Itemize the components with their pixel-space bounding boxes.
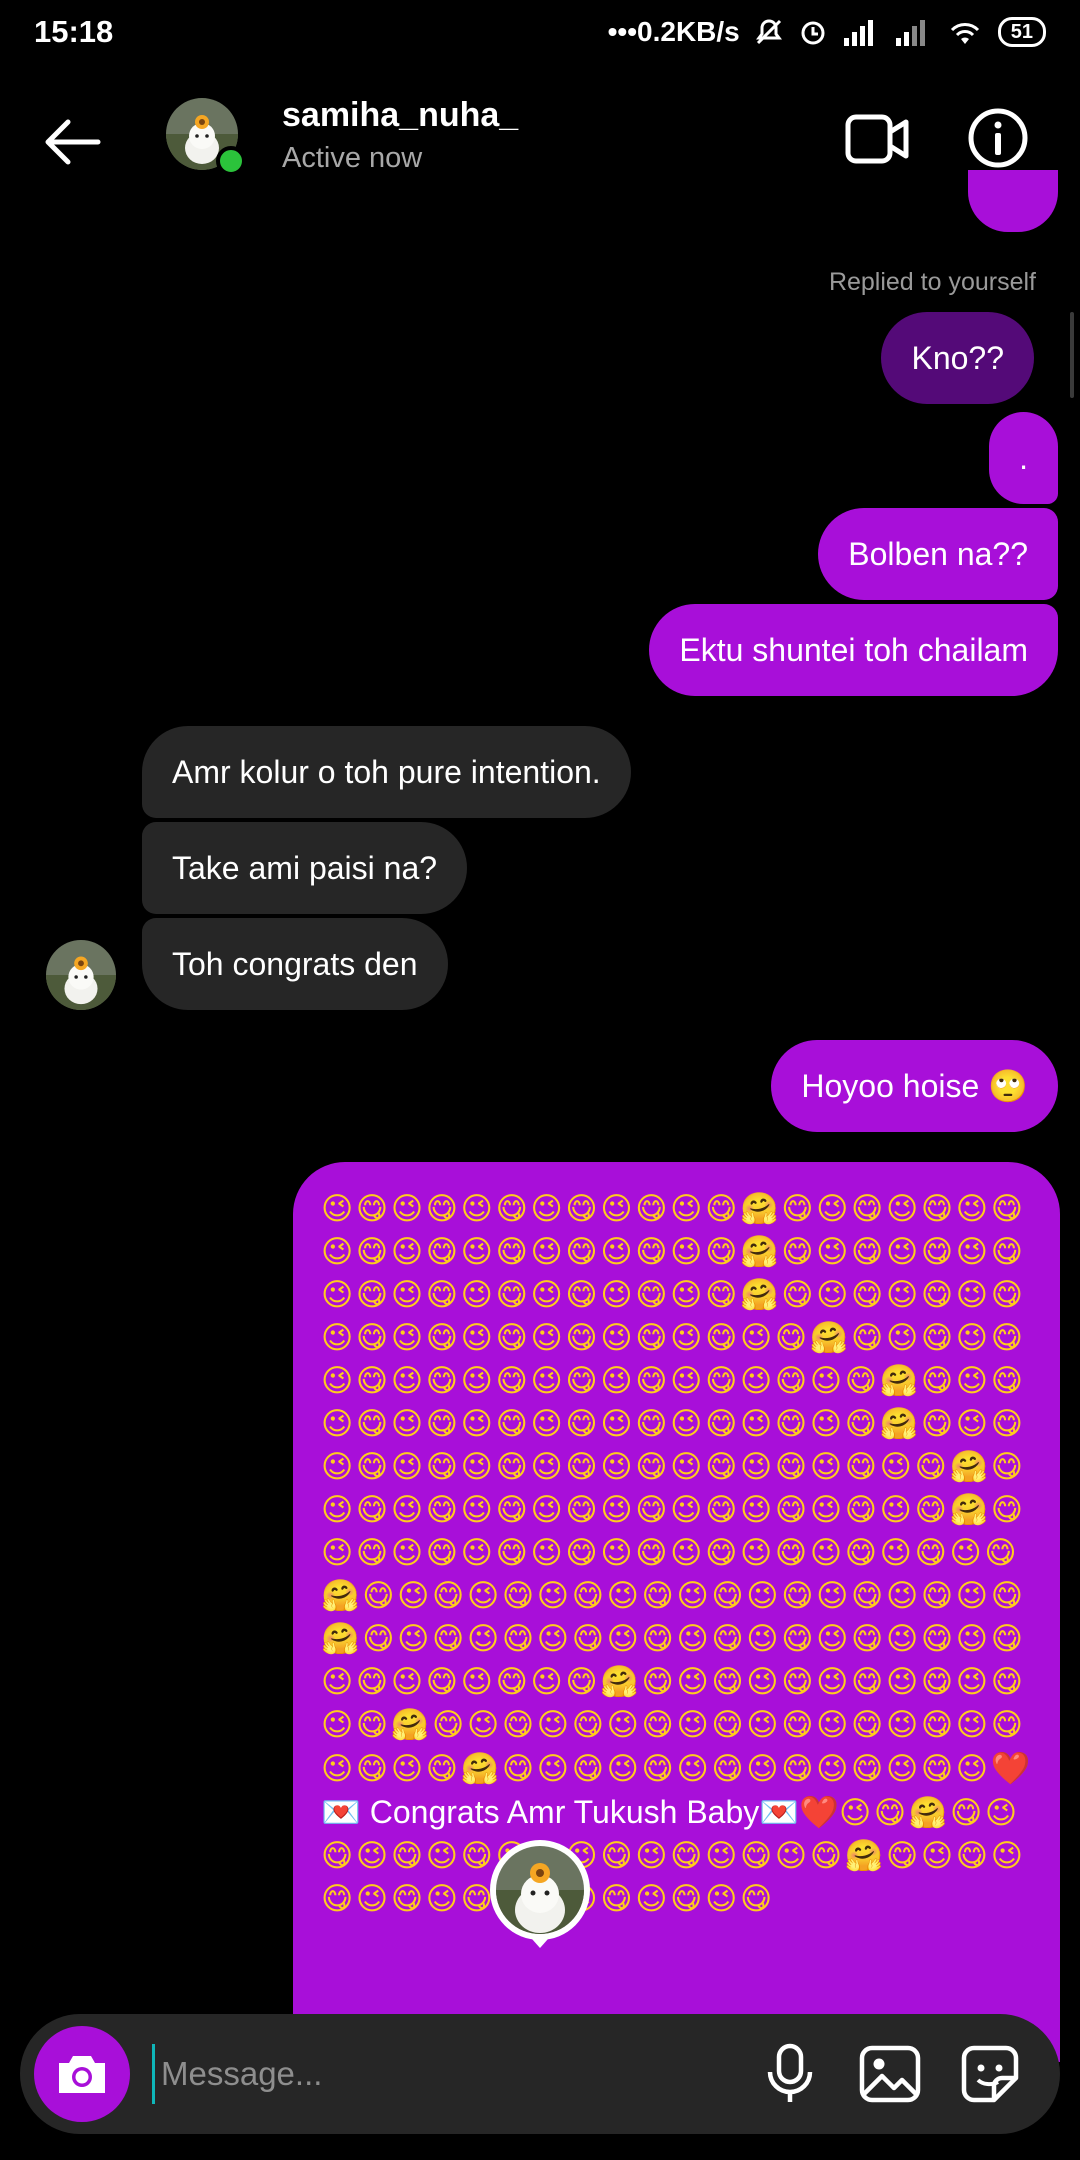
emoji-run: 😉😋😉😋😉😋😉😋😉😋😉😋🤗😋😉😋😉😋😉😋😉😋😉😋😉😋😉😋😉😋😉😋🤗😋😉😋😉😋😉😋… [321, 1191, 1026, 1787]
active-status: Active now [282, 142, 423, 174]
back-arrow-icon[interactable] [40, 110, 104, 174]
previous-message-bubble[interactable] [968, 170, 1058, 232]
status-time: 15:18 [34, 14, 114, 49]
outgoing-message[interactable]: Hoyoo hoise 🙄 [771, 1040, 1058, 1132]
message-input[interactable] [152, 2044, 712, 2104]
incoming-message[interactable]: Take ami paisi na? [142, 822, 468, 914]
seen-avatar [488, 1838, 592, 1950]
chat-header: samiha_nuha_ Active now [0, 70, 1080, 210]
outgoing-message[interactable]: Kno?? [881, 312, 1034, 404]
video-call-icon[interactable] [845, 110, 911, 168]
battery-indicator: 51 [997, 17, 1046, 47]
microphone-icon[interactable] [756, 2040, 824, 2108]
reply-note: Replied to yourself [828, 268, 1036, 296]
network-speed: •••0.2KB/s [607, 16, 740, 47]
wifi-icon [946, 18, 984, 46]
emoji-message-bubble[interactable]: 😉😋😉😋😉😋😉😋😉😋😉😋🤗😋😉😋😉😋😉😋😉😋😉😋😉😋😉😋😉😋😉😋🤗😋😉😋😉😋😉😋… [293, 1162, 1060, 2062]
online-indicator [216, 146, 246, 176]
incoming-message[interactable]: Toh congrats den [142, 918, 448, 1010]
incoming-message[interactable]: Amr kolur o toh pure intention. [142, 726, 631, 818]
status-icons: •••0.2KB/s 51 [608, 16, 1046, 48]
status-bar: 15:18 •••0.2KB/s 51 [0, 0, 1080, 64]
mute-icon [754, 17, 784, 47]
sender-avatar[interactable] [46, 940, 116, 1010]
message-composer [20, 2014, 1060, 2134]
outgoing-message[interactable]: Ektu shuntei toh chailam [649, 604, 1058, 696]
outgoing-message[interactable]: . [989, 412, 1058, 504]
gallery-icon[interactable] [856, 2040, 924, 2108]
camera-icon[interactable] [34, 2026, 130, 2122]
signal-icon [842, 18, 880, 46]
info-icon[interactable] [966, 106, 1030, 170]
sticker-icon[interactable] [956, 2040, 1024, 2108]
profile-avatar[interactable] [166, 98, 246, 176]
chat-username[interactable]: samiha_nuha_ [282, 96, 518, 135]
signal-2-icon [894, 18, 932, 46]
emoji-message-text: 😉😋😉😋😉😋😉😋😉😋😉😋🤗😋😉😋😉😋😉😋😉😋😉😋😉😋😉😋😉😋😉😋🤗😋😉😋😉😋😉😋… [321, 1188, 1034, 1921]
outgoing-message[interactable]: Bolben na?? [818, 508, 1058, 600]
alarm-icon [798, 17, 828, 47]
scrollbar[interactable] [1070, 312, 1074, 398]
